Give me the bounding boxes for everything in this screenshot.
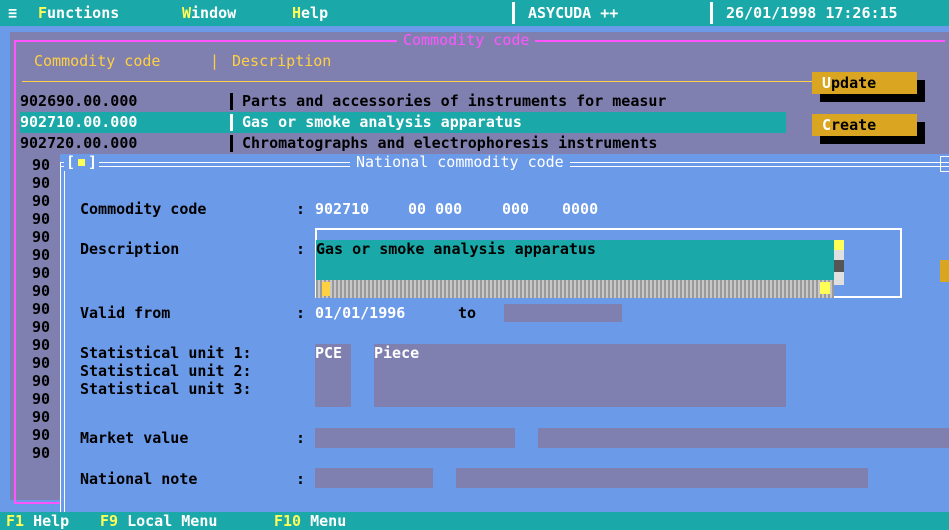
row-description: Gas or smoke analysis apparatus	[242, 113, 522, 131]
colon: :	[296, 200, 306, 218]
status-f10[interactable]: F10 Menu	[274, 512, 346, 530]
description-label: Description	[80, 240, 180, 258]
column-header-code[interactable]: Commodity code	[34, 52, 160, 70]
status-f1[interactable]: F1 Help	[6, 512, 69, 530]
gutter-code: 90	[32, 174, 51, 192]
scroll-up-arrow-icon[interactable]	[834, 240, 844, 250]
valid-to-field[interactable]	[504, 304, 622, 322]
header-divider	[22, 81, 842, 82]
market-value-extra-field[interactable]	[538, 428, 949, 448]
description-horizontal-scrollbar[interactable]	[316, 280, 834, 298]
colon: :	[296, 240, 306, 258]
gutter-code: 90	[32, 336, 51, 354]
menu-functions[interactable]: Functions	[38, 4, 119, 22]
scroll-left-arrow-icon[interactable]	[322, 282, 330, 296]
gutter-code: 90	[32, 156, 51, 174]
national-note-extra-field[interactable]	[456, 468, 868, 488]
to-label: to	[458, 304, 477, 322]
commodity-code-part-4[interactable]: 0000	[562, 200, 598, 218]
column-divider	[230, 135, 233, 152]
update-button[interactable]: Update	[812, 72, 917, 94]
description-text: Gas or smoke analysis apparatus	[316, 240, 596, 258]
market-value-label: Market value	[80, 429, 189, 447]
gutter-code: 90	[32, 282, 51, 300]
gutter-code: 90	[32, 408, 51, 426]
close-button[interactable]: []	[64, 154, 100, 171]
gutter-code: 90	[32, 390, 51, 408]
app-name: ASYCUDA ++	[528, 4, 619, 22]
window-corner	[940, 156, 949, 172]
stat-unit-1-label: Statistical unit 1:	[80, 344, 252, 362]
status-bar: F1 Help F9 Local Menu F10 Menu	[0, 512, 949, 530]
column-header-description[interactable]: Description	[232, 52, 331, 70]
scrollbar-thumb[interactable]	[834, 260, 844, 272]
valid-from-field[interactable]: 01/01/1996	[315, 304, 405, 322]
window-title: Commodity code	[397, 32, 536, 48]
commodity-code-label: Commodity code	[80, 200, 207, 218]
gutter-code: 90	[32, 192, 51, 210]
commodity-code-part-3[interactable]: 000	[502, 200, 529, 218]
row-code: 902690.00.000	[20, 92, 138, 110]
list-row-selected[interactable]: 902710.00.000 Gas or smoke analysis appa…	[20, 112, 786, 133]
stat-unit-1-name-field[interactable]: Piece	[374, 344, 419, 362]
menu-help[interactable]: Help	[292, 4, 328, 22]
row-code: 902720.00.000	[20, 134, 138, 152]
menubar-divider	[512, 2, 515, 24]
gutter-code: 90	[32, 210, 51, 228]
gutter-code: 90	[32, 246, 51, 264]
row-code: 902710.00.000	[20, 113, 138, 131]
stat-unit-2-label: Statistical unit 2:	[80, 362, 252, 380]
system-menu-icon[interactable]: ≡	[8, 4, 17, 22]
window-frame-left	[60, 162, 65, 514]
gutter-code: 90	[32, 426, 51, 444]
colon: :	[296, 429, 306, 447]
description-textarea[interactable]: Gas or smoke analysis apparatus	[316, 240, 834, 285]
stat-unit-name-column	[374, 344, 786, 407]
gutter-code: 90	[32, 318, 51, 336]
column-divider	[230, 93, 233, 110]
national-note-label: National note	[80, 470, 198, 488]
gutter-code: 90	[32, 444, 51, 462]
national-commodity-code-window: [] National commodity code Commodity cod…	[60, 154, 949, 514]
gutter-code: 90	[32, 264, 51, 282]
column-divider	[230, 114, 233, 131]
scroll-right-arrow-icon[interactable]	[820, 282, 830, 294]
gutter-code: 90	[32, 354, 51, 372]
market-value-field[interactable]	[315, 428, 515, 448]
close-icon	[78, 159, 86, 166]
side-marker	[940, 260, 949, 282]
commodity-code-part-2[interactable]: 00 000	[408, 200, 462, 218]
clock: 26/01/1998 17:26:15	[726, 4, 898, 22]
menu-bar: ≡ Functions Window Help ASYCUDA ++ 26/01…	[0, 0, 949, 26]
list-row[interactable]: 902720.00.000 Chromatographs and electro…	[20, 133, 786, 154]
valid-from-label: Valid from	[80, 304, 171, 322]
window-title: National commodity code	[350, 154, 570, 171]
create-button[interactable]: Create	[812, 114, 917, 136]
gutter-code: 90	[32, 372, 51, 390]
colon: :	[296, 304, 306, 322]
row-description: Parts and accessories of instruments for…	[242, 92, 667, 110]
gutter-code: 90	[32, 228, 51, 246]
menubar-divider	[710, 2, 713, 24]
colon: :	[296, 470, 306, 488]
status-f9[interactable]: F9 Local Menu	[100, 512, 217, 530]
stat-unit-3-label: Statistical unit 3:	[80, 380, 252, 398]
national-note-field[interactable]	[315, 468, 433, 488]
commodity-code-part-1[interactable]: 902710	[315, 200, 369, 218]
list-row[interactable]: 902690.00.000 Parts and accessories of i…	[20, 91, 786, 112]
gutter-code: 90	[32, 300, 51, 318]
stat-unit-1-code-field[interactable]: PCE	[315, 344, 342, 362]
row-description: Chromatographs and electrophoresis instr…	[242, 134, 658, 152]
menu-window[interactable]: Window	[182, 4, 236, 22]
column-header-separator: |	[210, 52, 220, 70]
